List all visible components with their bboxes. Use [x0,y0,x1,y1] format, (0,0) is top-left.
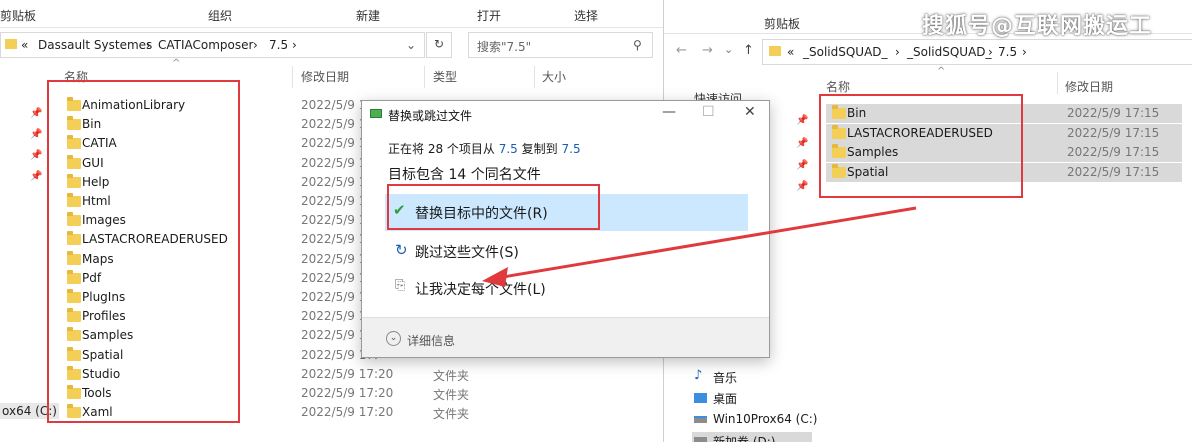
screenshot-canvas: 剪贴板 组织 新建 打开 选择 « Dassault Systemes › CA… [0,0,1192,442]
annotation-arrow [482,206,917,287]
watermark: 搜狐号@互联网搬运工 [922,14,1153,39]
